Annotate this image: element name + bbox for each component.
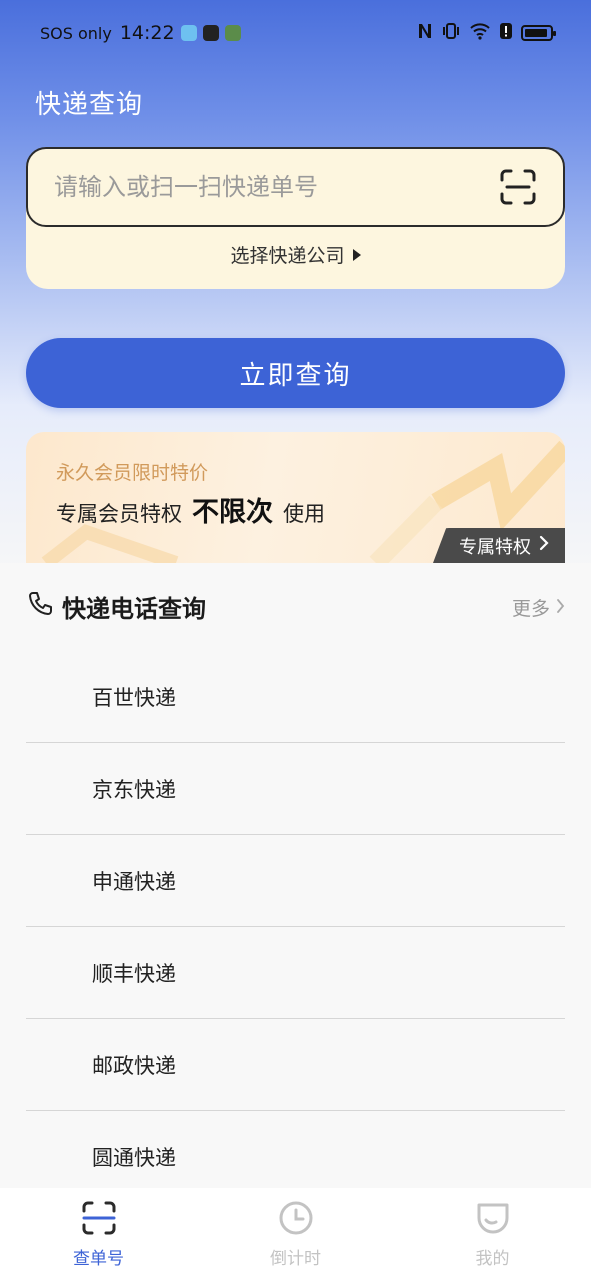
- notification-app-icon: [180, 25, 197, 41]
- carrier-text: SOS only: [40, 23, 112, 43]
- list-item[interactable]: 申通快递: [26, 835, 565, 927]
- nav-tab-track[interactable]: 查单号: [0, 1188, 197, 1280]
- section-header: 快递电话查询: [26, 589, 206, 624]
- more-link[interactable]: 更多: [512, 594, 565, 621]
- notification-app-icon: [224, 25, 241, 41]
- scan-icon[interactable]: [499, 168, 537, 206]
- express-phone-section: 快递电话查询 更多 百世快递 京东快递 申通快递 顺丰快递 邮政快递 圆通快递: [0, 563, 591, 1188]
- vibrate-icon: [441, 22, 461, 44]
- notification-app-icon: [202, 25, 219, 41]
- search-box: [26, 147, 565, 227]
- nav-label: 查单号: [73, 1249, 124, 1269]
- promo-highlight: 不限次: [192, 497, 273, 528]
- more-label: 更多: [511, 598, 550, 620]
- list-item[interactable]: 邮政快递: [26, 1019, 565, 1111]
- list-item[interactable]: 百世快递: [26, 651, 565, 743]
- query-card: 选择快递公司: [26, 147, 565, 289]
- list-item[interactable]: 京东快递: [26, 743, 565, 835]
- membership-promo-banner[interactable]: 永久会员限时特价 专属会员特权 不限次 使用 专属特权: [26, 432, 565, 563]
- chevron-right-icon: [539, 535, 549, 556]
- tracking-number-input[interactable]: [54, 173, 499, 201]
- scan-icon: [81, 1200, 117, 1240]
- triangle-right-icon: [352, 248, 361, 261]
- choose-company-button[interactable]: 选择快递公司: [26, 241, 565, 268]
- promo-suffix: 使用: [283, 502, 325, 526]
- chevron-right-icon: [556, 597, 565, 619]
- nav-tab-countdown[interactable]: 倒计时: [197, 1188, 394, 1280]
- clock-icon: [278, 1200, 314, 1240]
- profile-icon: [475, 1200, 511, 1240]
- promo-prefix: 专属会员特权: [56, 502, 182, 526]
- promo-headline: 永久会员限时特价: [56, 462, 209, 484]
- alert-icon: [499, 22, 513, 44]
- nav-tab-profile[interactable]: 我的: [394, 1188, 591, 1280]
- nav-label: 我的: [475, 1249, 510, 1269]
- phone-icon: [26, 590, 56, 624]
- section-title: 快递电话查询: [62, 595, 206, 623]
- query-button[interactable]: 立即查询: [26, 338, 565, 408]
- promo-subline: 专属会员特权 不限次 使用: [56, 490, 325, 529]
- list-item[interactable]: 顺丰快递: [26, 927, 565, 1019]
- wifi-icon: [469, 22, 491, 44]
- nfc-icon: [417, 22, 433, 44]
- battery-icon: [521, 25, 556, 41]
- choose-company-label: 选择快递公司: [230, 245, 345, 267]
- status-time: 14:22: [119, 22, 175, 44]
- exclusive-privilege-button[interactable]: 专属特权: [433, 528, 565, 563]
- express-company-list: 百世快递 京东快递 申通快递 顺丰快递 邮政快递 圆通快递: [26, 651, 565, 1203]
- page-title: 快递查询: [35, 90, 144, 120]
- bottom-navigation: 查单号 倒计时 我的: [0, 1188, 591, 1280]
- status-bar: SOS only 14:22: [0, 0, 591, 66]
- promo-tag-label: 专属特权: [459, 536, 531, 558]
- nav-label: 倒计时: [270, 1249, 321, 1269]
